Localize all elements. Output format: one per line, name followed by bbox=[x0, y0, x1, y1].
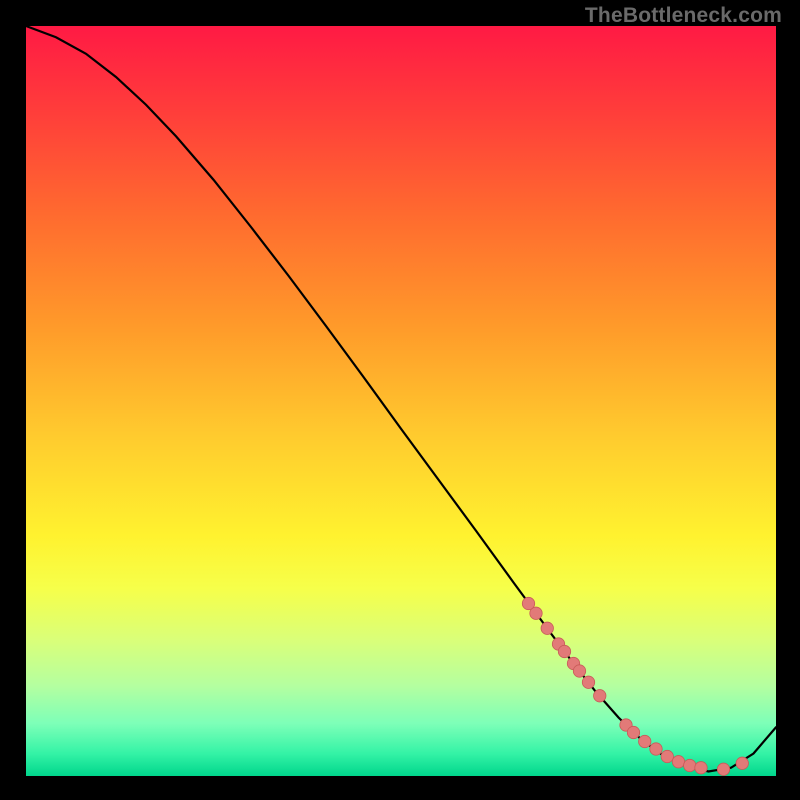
marker-point bbox=[717, 763, 729, 775]
marker-point bbox=[695, 762, 707, 774]
marker-point bbox=[661, 750, 673, 762]
marker-point bbox=[541, 622, 553, 634]
markers-group bbox=[522, 597, 748, 775]
watermark-text: TheBottleneck.com bbox=[585, 4, 782, 28]
marker-point bbox=[573, 665, 585, 677]
marker-point bbox=[650, 743, 662, 755]
chart-overlay bbox=[26, 26, 776, 776]
marker-point bbox=[558, 645, 570, 657]
marker-point bbox=[594, 690, 606, 702]
marker-point bbox=[522, 597, 534, 609]
marker-point bbox=[736, 757, 748, 769]
marker-point bbox=[627, 726, 639, 738]
bottleneck-curve bbox=[26, 26, 776, 772]
chart-stage: TheBottleneck.com bbox=[0, 0, 800, 800]
marker-point bbox=[684, 759, 696, 771]
marker-point bbox=[582, 676, 594, 688]
marker-point bbox=[639, 735, 651, 747]
marker-point bbox=[672, 756, 684, 768]
